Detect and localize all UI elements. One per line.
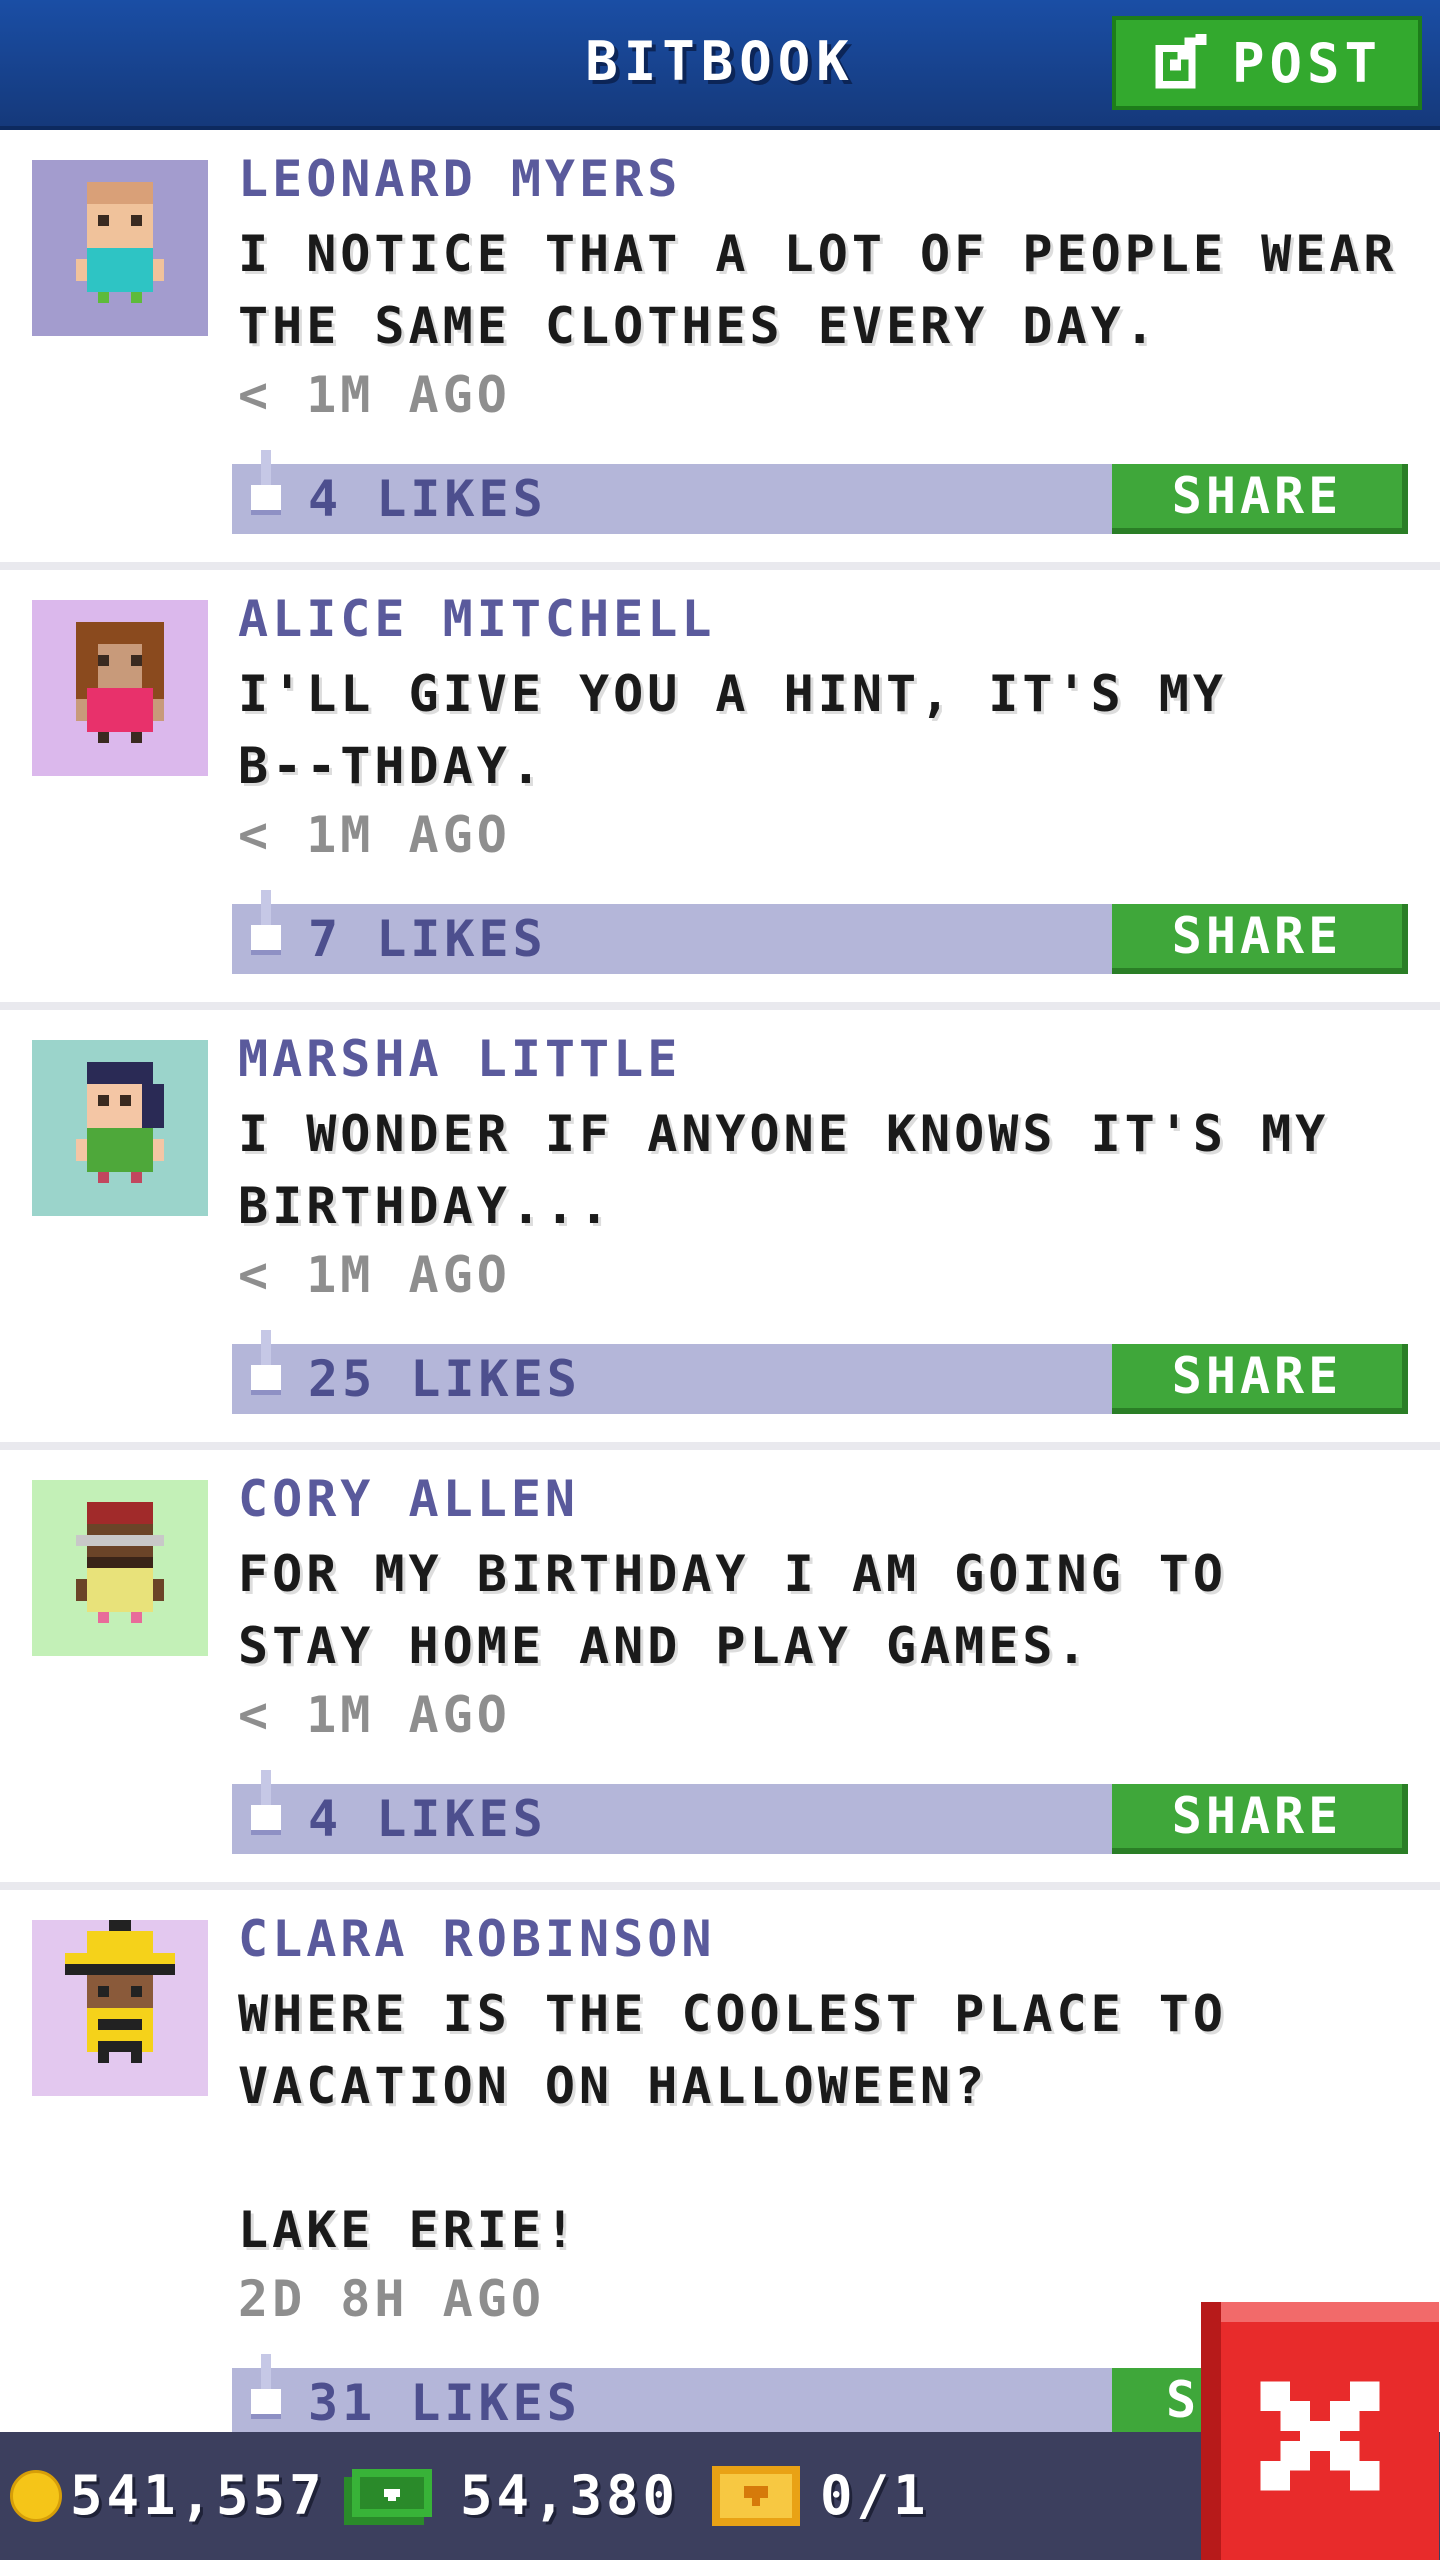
top-bar: BITBOOK POST [0, 0, 1440, 130]
likes-bar: 25 LIKES SHARE [232, 1330, 1408, 1414]
divider [0, 1882, 1440, 1890]
edit-icon [1155, 34, 1207, 89]
thumbs-up-icon[interactable] [246, 1330, 286, 1410]
close-icon [1200, 2302, 1440, 2560]
post-message: I WONDER IF ANYONE KNOWS IT'S MY BIRTHDA… [238, 1105, 1330, 1235]
feed-post: LEONARD MYERS I NOTICE THAT A LOT OF PEO… [0, 130, 1440, 570]
feed-post: CORY ALLEN FOR MY BIRTHDAY I AM GOING TO… [0, 1450, 1440, 1890]
avatar[interactable] [32, 160, 208, 336]
post-message: I NOTICE THAT A LOT OF PEOPLE WEAR THE S… [238, 225, 1398, 355]
post-message: FOR MY BIRTHDAY I AM GOING TO STAY HOME … [238, 1545, 1227, 1675]
avatar[interactable] [32, 1480, 208, 1656]
post-message: I'LL GIVE YOU A HINT, IT'S MY B--THDAY. [238, 665, 1227, 795]
likes-count: 25 LIKES [308, 1350, 581, 1408]
post-author[interactable]: CORY ALLEN [238, 1470, 579, 1528]
post-author[interactable]: ALICE MITCHELL [238, 590, 715, 648]
post-timestamp: < 1M AGO [238, 806, 511, 864]
thumbs-up-icon[interactable] [246, 890, 286, 970]
share-button[interactable]: SHARE [1112, 1784, 1408, 1854]
post-timestamp: < 1M AGO [238, 366, 511, 424]
man-glasses-avatar-icon [76, 1502, 164, 1623]
likes-count: 7 LIKES [308, 910, 547, 968]
thumbs-up-icon[interactable] [246, 1770, 286, 1850]
likes-bar: 4 LIKES SHARE [232, 450, 1408, 534]
feed-post: MARSHA LITTLE I WONDER IF ANYONE KNOWS I… [0, 1010, 1440, 1450]
likes-count: 31 LIKES [308, 2374, 581, 2432]
likes-count: 4 LIKES [308, 470, 547, 528]
post-author[interactable]: LEONARD MYERS [238, 150, 681, 208]
likes-bar: 7 LIKES SHARE [232, 890, 1408, 974]
avatar[interactable] [32, 1040, 208, 1216]
coin-icon [10, 2470, 62, 2522]
bux-icon [344, 2469, 432, 2525]
post-timestamp: < 1M AGO [238, 1246, 511, 1304]
divider [0, 1442, 1440, 1450]
divider [0, 1002, 1440, 1010]
post-button[interactable]: POST [1112, 16, 1422, 110]
thumbs-up-icon[interactable] [246, 450, 286, 530]
boy-avatar-icon [76, 182, 164, 303]
post-button-label: POST [1231, 31, 1383, 95]
avatar[interactable] [32, 600, 208, 776]
thumbs-up-icon[interactable] [246, 2354, 286, 2434]
likes-count: 4 LIKES [308, 1790, 547, 1848]
close-button[interactable] [1200, 2302, 1440, 2560]
girl-avatar-icon [76, 622, 164, 743]
likes-bar: 4 LIKES SHARE [232, 1770, 1408, 1854]
avatar[interactable] [32, 1920, 208, 2096]
share-button[interactable]: SHARE [1112, 904, 1408, 974]
ticket-icon [712, 2466, 800, 2526]
bux-count: 54,380 [460, 2464, 680, 2527]
post-author[interactable]: CLARA ROBINSON [238, 1910, 715, 1968]
divider [0, 562, 1440, 570]
post-timestamp: < 1M AGO [238, 1686, 511, 1744]
feed-post: ALICE MITCHELL I'LL GIVE YOU A HINT, IT'… [0, 570, 1440, 1010]
ticket-count: 0/1 [820, 2464, 930, 2527]
post-timestamp: 2D 8H AGO [238, 2270, 545, 2328]
share-button[interactable]: SHARE [1112, 464, 1408, 534]
post-author[interactable]: MARSHA LITTLE [238, 1030, 681, 1088]
woman-hat-avatar-icon [65, 1920, 175, 2063]
girl-avatar-icon [76, 1062, 164, 1183]
share-button[interactable]: SHARE [1112, 1344, 1408, 1414]
coin-count: 541,557 [70, 2464, 326, 2527]
post-message: WHERE IS THE COOLEST PLACE TO VACATION O… [238, 1985, 1227, 2259]
